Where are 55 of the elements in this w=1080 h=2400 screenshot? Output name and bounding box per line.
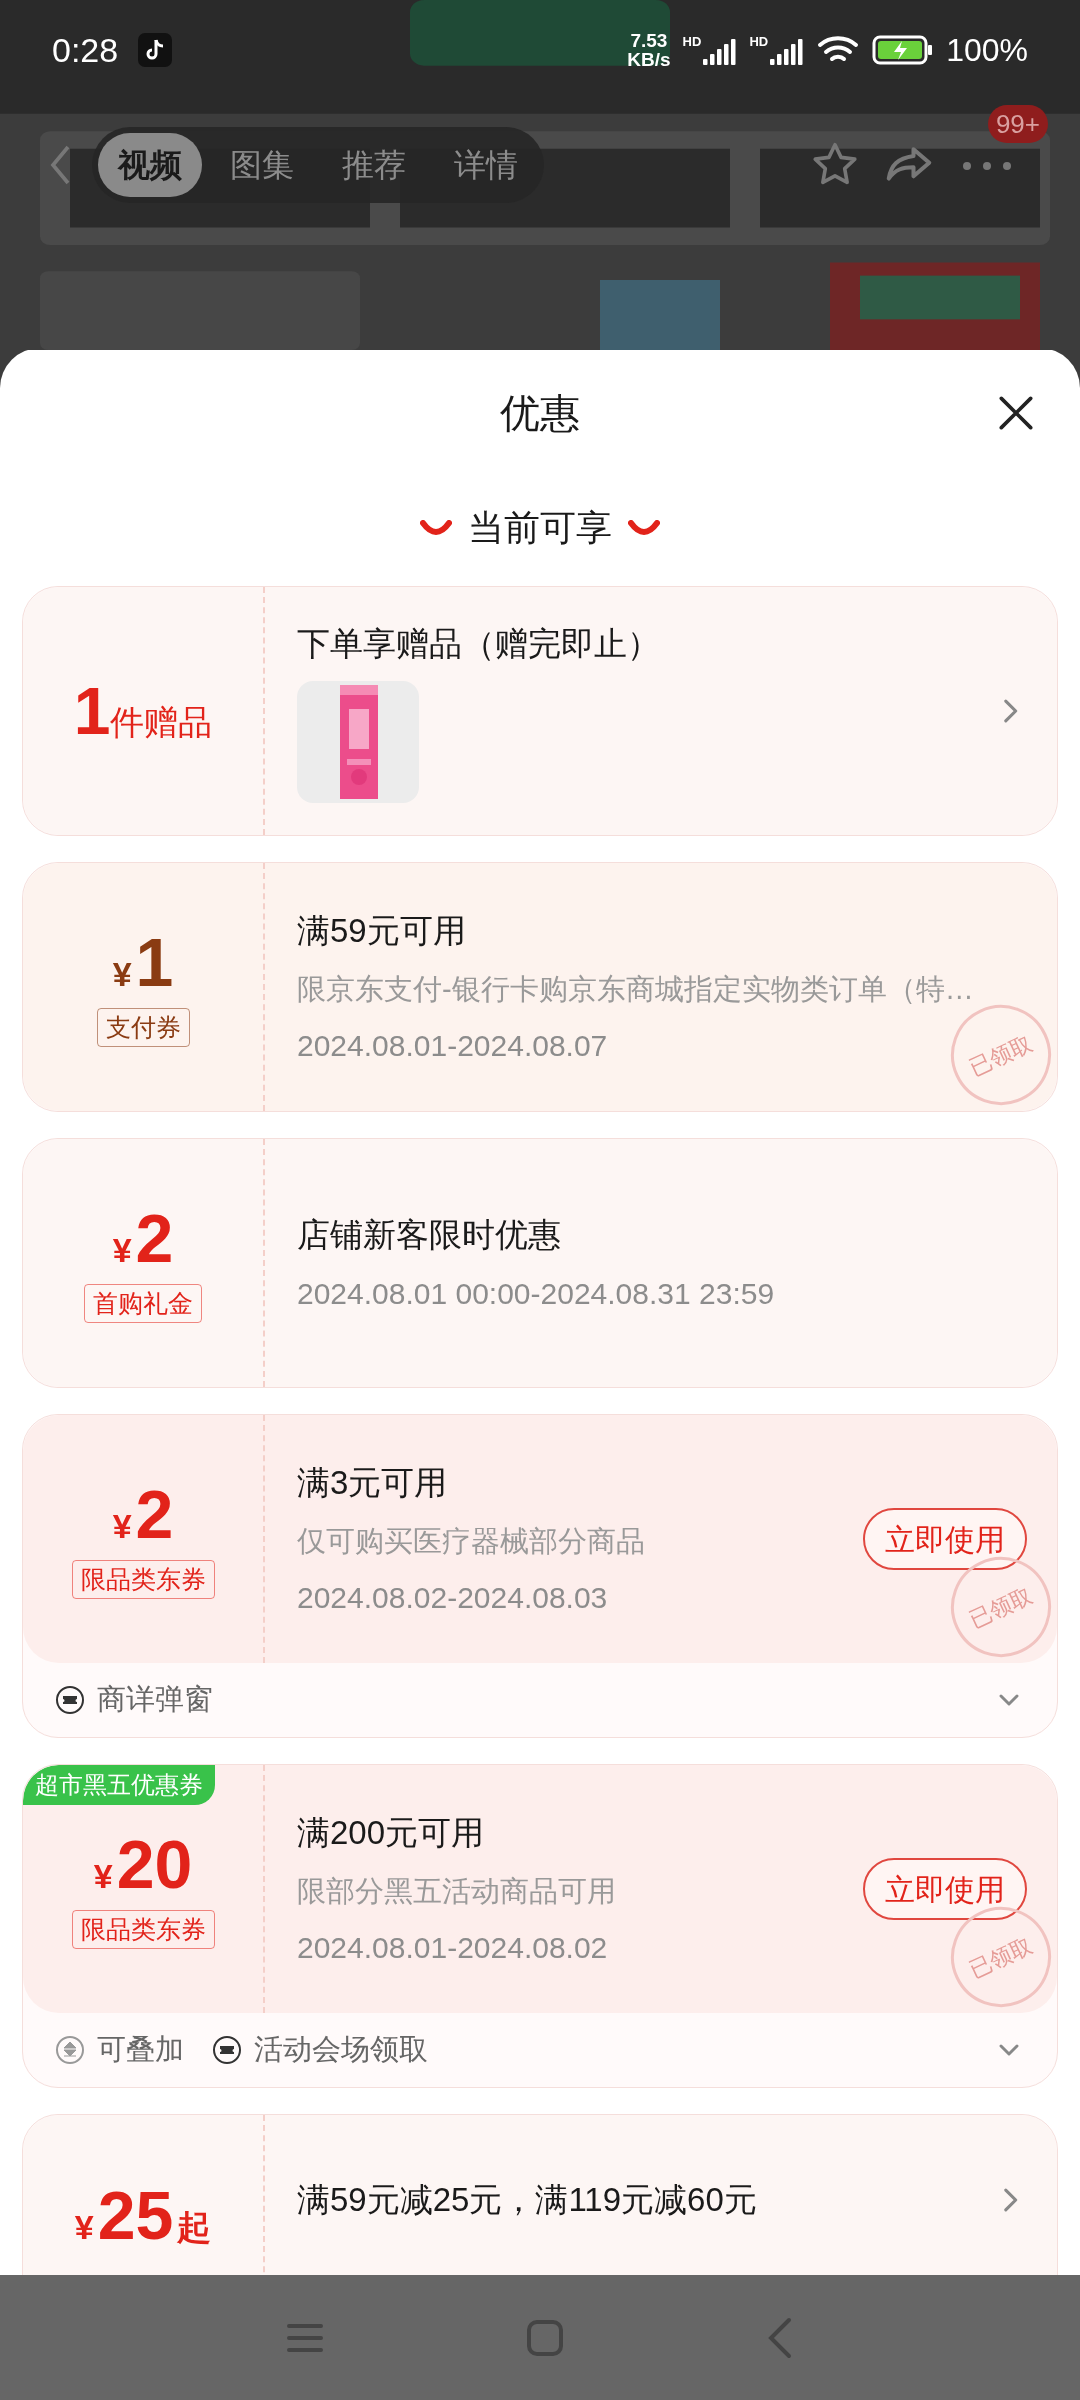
- validity-dates: 2024.08.01 00:00-2024.08.31 23:59: [297, 1276, 775, 1313]
- offer-title: 店铺新客限时优惠: [297, 1214, 562, 1255]
- network-unit: KB/s: [627, 50, 671, 69]
- media-tab[interactable]: 图集: [210, 133, 314, 197]
- offer-description: 限部分黑五活动商品可用: [297, 1873, 617, 1909]
- media-tab[interactable]: 推荐: [322, 133, 426, 197]
- coupon-type-tag: 限品类东券: [71, 1909, 215, 1949]
- sheet-title: 优惠: [500, 390, 580, 437]
- offer-feature: 可叠加: [97, 2032, 184, 2068]
- validity-dates: 2024.08.02-2024.08.03: [297, 1580, 608, 1616]
- validity-dates: 2024.08.01-2024.08.02: [297, 1930, 608, 1966]
- more-icon[interactable]: [960, 159, 1014, 173]
- smile-arc-icon: [628, 520, 660, 536]
- promo-ribbon: 超市黑五优惠券: [23, 1765, 215, 1805]
- offer-card[interactable]: ¥2 限品类东券 满3元可用 仅可购买医疗器械部分商品 2024.08.02-2024.08.03 立即使用 已领取 商详弹窗: [22, 1414, 1058, 1738]
- offer-title: 满3元可用: [297, 1463, 449, 1503]
- media-tab[interactable]: 详情: [434, 133, 538, 197]
- offer-title: 满200元可用: [297, 1813, 486, 1853]
- smile-arc-icon: [420, 520, 452, 536]
- clock: 0:28: [52, 29, 119, 71]
- coupon-amount: ¥2: [112, 1203, 174, 1272]
- coupon-amount: ¥20: [93, 1829, 193, 1898]
- use-now-button[interactable]: 立即使用: [863, 1508, 1027, 1570]
- coupon-type-tag: 支付券: [96, 1007, 190, 1047]
- stack-icon: [55, 2035, 85, 2065]
- offer-feature: 商详弹窗: [97, 1682, 213, 1718]
- network-speed: 7.53: [630, 31, 668, 50]
- signal-label: HD: [749, 35, 769, 48]
- music-note-app-icon: [138, 33, 173, 67]
- offer-description: 限京东支付-银行卡购京东商城指定实物类订单（特…: [297, 971, 975, 1007]
- offer-card[interactable]: 超市黑五优惠券 ¥20 限品类东券 满200元可用 限部分黑五活动商品可用 2024.08.01-2024.08.02 立即使用 已领取 可叠加 活动会场领取: [22, 1764, 1058, 2088]
- offer-title: 满59元可用: [297, 911, 467, 951]
- offer-title: 满59元减25元，满119元减60元: [297, 2180, 758, 2220]
- coupon-type-tag: 首购礼金: [84, 1283, 202, 1323]
- battery-charging-icon: [872, 35, 935, 65]
- offer-description: 仅可购买医疗器械部分商品: [297, 1523, 646, 1559]
- gift-count: 1件赠品: [73, 678, 213, 744]
- offer-title: 下单享赠品（赠完即止）: [297, 624, 661, 665]
- signal-label: HD: [682, 35, 702, 48]
- coupon-amount: ¥25起: [74, 2181, 212, 2249]
- offer-card[interactable]: ¥2 首购礼金 店铺新客限时优惠 2024.08.01 00:00-2024.08.31 23:59: [22, 1138, 1058, 1388]
- ticket-icon: [55, 1685, 85, 1715]
- offer-card[interactable]: 1件赠品 下单享赠品（赠完即止）: [22, 586, 1058, 836]
- offer-feature: 活动会场领取: [254, 2032, 428, 2068]
- home-icon[interactable]: [525, 2317, 565, 2358]
- coupon-type-tag: 限品类东券: [71, 1559, 215, 1599]
- validity-dates: 2024.08.01-2024.08.07: [297, 1028, 608, 1064]
- media-tab[interactable]: 视频: [98, 133, 202, 197]
- ticket-icon: [212, 2035, 242, 2065]
- coupon-amount: ¥2: [112, 1479, 174, 1548]
- use-now-button[interactable]: 立即使用: [863, 1858, 1027, 1920]
- battery-level: 100%: [946, 31, 1028, 70]
- offer-card[interactable]: ¥1 支付券 满59元可用 限京东支付-银行卡购京东商城指定实物类订单（特… 2024.08.01-2024.08.07 已领取: [22, 862, 1058, 1112]
- section-title: 当前可享: [468, 506, 612, 550]
- coupon-amount: ¥1: [112, 927, 174, 996]
